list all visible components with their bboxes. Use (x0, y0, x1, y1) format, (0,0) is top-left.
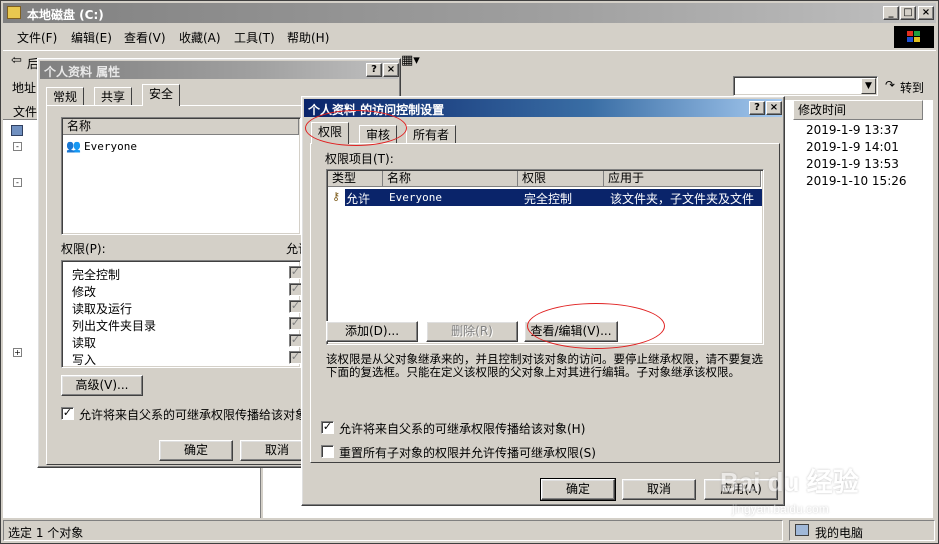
ok-button[interactable]: 确定 (540, 478, 616, 501)
windows-logo-icon (894, 26, 934, 48)
menu-edit[interactable]: 编辑(E) (71, 29, 112, 46)
tab-general[interactable]: 常规 (46, 87, 85, 106)
tab-security[interactable]: 安全 (142, 84, 181, 106)
address-input[interactable]: ▼ (733, 76, 878, 96)
close-button[interactable]: × (918, 6, 934, 20)
users-icon: 👥 (66, 139, 81, 153)
list-item-user[interactable]: Everyone (84, 140, 137, 153)
watermark: Bai du 经验 jingyan.baidu.com (720, 462, 935, 522)
reset-label: 重置所有子对象的权限并允许传播可继承权限(S) (339, 446, 596, 460)
address-label: 地址 (12, 81, 37, 95)
modified-date: 2019-1-10 15:26 (806, 174, 907, 188)
inheritance-description: 该权限是从父对象继承来的，并且控制对该对象的访问。要停止继承权限，请不要复选下面… (326, 352, 763, 379)
tree-expand-icon[interactable]: + (13, 348, 22, 357)
computer-icon (795, 524, 809, 536)
properties-title: 个人资料 属性 (44, 65, 121, 79)
tab-permissions[interactable]: 权限 (311, 122, 350, 144)
column-type[interactable]: 类型 (328, 171, 383, 187)
key-icon: ⚷ (332, 190, 341, 203)
inherit-label: 允许将来自父系的可继承权限传播给该对象 (79, 408, 308, 422)
menu-favorites[interactable]: 收藏(A) (179, 29, 221, 46)
acl-titlebar: 个人资料 的访问控制设置 ? × (304, 99, 782, 117)
menu-file[interactable]: 文件(F) (17, 29, 57, 46)
column-applies-to[interactable]: 应用于 (604, 171, 761, 187)
entries-label: 权限项目(T): (325, 152, 394, 166)
cancel-button[interactable]: 取消 (622, 479, 696, 500)
reset-checkbox[interactable] (321, 445, 334, 458)
modified-date: 2019-1-9 13:53 (806, 157, 899, 171)
watermark-brand: Bai du 经验 (720, 467, 859, 497)
folder-icon (7, 6, 21, 19)
advanced-button[interactable]: 高级(V)... (61, 375, 143, 396)
watermark-url: jingyan.baidu.com (732, 502, 829, 516)
access-control-dialog: 个人资料 的访问控制设置 ? × 权限 审核 所有者 权限项目(T): 类型 名… (301, 96, 785, 506)
row-permission: 完全控制 (524, 192, 573, 206)
table-row[interactable]: ⚷ 允许 Everyone 完全控制 该文件夹，子文件夹及文件 (328, 189, 762, 206)
permission-item: 列出文件夹目录 (72, 319, 157, 333)
goto-arrow-icon[interactable]: ↷ (885, 78, 895, 92)
remove-button[interactable]: 删除(R) (426, 321, 518, 342)
explorer-title: 本地磁盘 (C:) (27, 8, 104, 22)
status-bar: 选定 1 个对象 我的电脑 (3, 520, 936, 541)
menu-help[interactable]: 帮助(H) (287, 29, 329, 46)
inherit-label: 允许将来自父系的可继承权限传播给该对象(H) (339, 422, 586, 436)
tree-expand-icon[interactable]: - (13, 178, 22, 187)
permission-entries-list[interactable]: 类型 名称 权限 应用于 ⚷ 允许 Everyone 完全控制 该文件夹，子文件… (326, 169, 764, 345)
views-icon[interactable]: ▦▾ (401, 53, 420, 68)
column-name[interactable]: 名称 (383, 171, 518, 187)
modified-header-label: 修改时间 (798, 103, 847, 117)
drive-icon (11, 125, 23, 136)
close-button[interactable]: × (383, 63, 399, 77)
name-column-header[interactable]: 名称 (63, 119, 299, 135)
view-edit-button[interactable]: 查看/编辑(V)... (524, 321, 618, 342)
menu-view[interactable]: 查看(V) (124, 29, 166, 46)
permissions-label: 权限(P): (61, 242, 106, 256)
row-type: 允许 (346, 192, 371, 206)
permission-item: 读取及运行 (72, 302, 133, 316)
modified-date: 2019-1-9 13:37 (806, 123, 899, 137)
row-name: Everyone (389, 191, 442, 204)
inherit-checkbox[interactable]: ✓ (321, 421, 334, 434)
goto-label[interactable]: 转到 (900, 79, 924, 96)
close-button[interactable]: × (766, 101, 782, 115)
maximize-button[interactable]: □ (900, 6, 916, 20)
tab-auditing[interactable]: 审核 (359, 125, 398, 144)
help-button[interactable]: ? (749, 101, 765, 115)
permission-item: 完全控制 (72, 268, 121, 282)
permission-item: 读取 (72, 336, 97, 350)
modified-date: 2019-1-9 14:01 (806, 140, 899, 154)
status-zone: 我的电脑 (815, 526, 864, 540)
dropdown-arrow-icon[interactable]: ▼ (861, 78, 876, 94)
permission-item: 修改 (72, 285, 97, 299)
row-applies-to: 该文件夹，子文件夹及文件 (610, 192, 755, 206)
help-button[interactable]: ? (366, 63, 382, 77)
folder-pane-title: 文件 (13, 105, 38, 119)
tab-owner[interactable]: 所有者 (406, 125, 457, 144)
column-permission[interactable]: 权限 (518, 171, 604, 187)
row-selection: 允许 Everyone 完全控制 该文件夹，子文件夹及文件 (345, 189, 762, 206)
permission-item: 写入 (72, 353, 97, 367)
menu-tools[interactable]: 工具(T) (234, 29, 275, 46)
add-button[interactable]: 添加(D)... (326, 321, 418, 342)
modified-column-header[interactable]: 修改时间 (793, 100, 923, 120)
ok-button[interactable]: 确定 (159, 440, 233, 461)
name-list[interactable]: 名称 👥 Everyone (61, 117, 301, 235)
explorer-titlebar: 本地磁盘 (C:) _ □ × (3, 3, 936, 23)
properties-titlebar: 个人资料 属性 ? × (40, 61, 399, 79)
tab-sharing[interactable]: 共享 (94, 87, 133, 106)
acl-title: 个人资料 的访问控制设置 (308, 103, 445, 117)
menu-bar: 文件(F) 编辑(E) 查看(V) 收藏(A) 工具(T) 帮助(H) (3, 25, 893, 47)
status-text: 选定 1 个对象 (8, 526, 84, 540)
back-arrow-icon[interactable]: ⇦ (11, 53, 22, 68)
tree-expand-icon[interactable]: - (13, 142, 22, 151)
inherit-checkbox[interactable]: ✓ (61, 407, 74, 420)
permissions-list[interactable]: 完全控制 修改 读取及运行 列出文件夹目录 读取 写入 (61, 260, 301, 368)
minimize-button[interactable]: _ (883, 6, 899, 20)
